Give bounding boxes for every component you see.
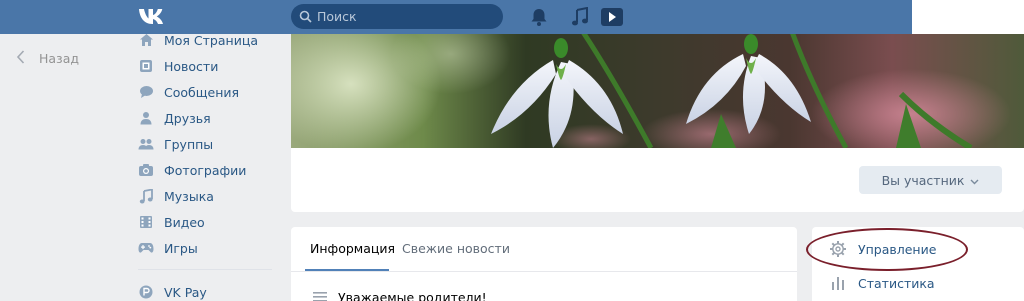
tab-news[interactable]: Свежие новости bbox=[402, 241, 510, 256]
video-icon bbox=[138, 214, 154, 230]
sidebar-item-label: Новости bbox=[164, 58, 219, 74]
sidebar-item-friends[interactable]: Друзья bbox=[138, 105, 272, 131]
gamepad-icon bbox=[138, 240, 154, 256]
group-icon bbox=[138, 136, 154, 152]
header-blank-area bbox=[912, 0, 1024, 34]
sidebar-item-my-page[interactable]: Моя Страница bbox=[138, 27, 272, 53]
search-icon bbox=[299, 10, 312, 26]
back-label: Назад bbox=[39, 51, 80, 66]
search-placeholder: Поиск bbox=[317, 9, 357, 24]
sidebar-item-label: Видео bbox=[164, 214, 205, 230]
highlight-oval bbox=[806, 228, 968, 271]
message-icon bbox=[138, 84, 154, 100]
cover-image bbox=[291, 34, 1024, 148]
sidebar-item-messages[interactable]: Сообщения bbox=[138, 79, 272, 105]
sidebar-item-vkpay[interactable]: VK Pay bbox=[138, 279, 272, 301]
camera-icon bbox=[138, 162, 154, 178]
community-cover-card: Вы участник bbox=[291, 34, 1024, 212]
sidebar-item-news[interactable]: Новости bbox=[138, 53, 272, 79]
sidebar-item-label: Группы bbox=[164, 136, 214, 152]
sidebar-item-video[interactable]: Видео bbox=[138, 209, 272, 235]
sidebar-item-music[interactable]: Музыка bbox=[138, 183, 272, 209]
chevron-down-icon bbox=[970, 173, 979, 188]
sidebar-item-label: VK Pay bbox=[164, 284, 207, 300]
play-icon[interactable] bbox=[600, 7, 624, 30]
top-header: Поиск bbox=[0, 0, 912, 34]
sidebar-item-label: Музыка bbox=[164, 188, 214, 204]
statistics-link[interactable]: Статистика bbox=[828, 273, 935, 293]
member-button-label: Вы участник bbox=[881, 172, 965, 188]
vk-logo[interactable] bbox=[138, 6, 170, 28]
tab-info[interactable]: Информация bbox=[310, 241, 395, 256]
sidebar-item-label: Моя Страница bbox=[164, 32, 258, 48]
sidebar-item-label: Фотографии bbox=[164, 162, 247, 178]
sidebar-item-groups[interactable]: Группы bbox=[138, 131, 272, 157]
wall-tabs-card: Информация Свежие новости Уважаемые роди… bbox=[291, 227, 797, 301]
chevron-left-icon bbox=[16, 50, 25, 67]
user-icon bbox=[138, 110, 154, 126]
sidebar-item-games[interactable]: Игры bbox=[138, 235, 272, 261]
music-note-icon[interactable] bbox=[571, 6, 589, 30]
sidebar-nav: Моя Страница Новости Сообщения Друзья Гр… bbox=[138, 27, 272, 301]
tabs-divider bbox=[291, 271, 797, 272]
home-icon bbox=[138, 32, 154, 48]
sidebar-item-label: Сообщения bbox=[164, 84, 240, 100]
music-icon bbox=[138, 188, 154, 204]
bell-icon[interactable] bbox=[530, 7, 548, 30]
member-status-button[interactable]: Вы участник bbox=[859, 166, 1002, 194]
statistics-label: Статистика bbox=[858, 275, 935, 291]
vkpay-icon bbox=[138, 284, 154, 300]
sidebar-item-label: Друзья bbox=[164, 110, 211, 126]
menu-lines-icon bbox=[313, 290, 327, 301]
sidebar-item-label: Игры bbox=[164, 240, 198, 256]
sidebar-divider bbox=[138, 269, 272, 270]
post-text: Уважаемые родители! bbox=[338, 290, 487, 301]
bar-chart-icon bbox=[828, 273, 848, 293]
search-box[interactable]: Поиск bbox=[291, 4, 503, 29]
news-icon bbox=[138, 58, 154, 74]
sidebar-item-photos[interactable]: Фотографии bbox=[138, 157, 272, 183]
back-link[interactable]: Назад bbox=[16, 50, 79, 67]
